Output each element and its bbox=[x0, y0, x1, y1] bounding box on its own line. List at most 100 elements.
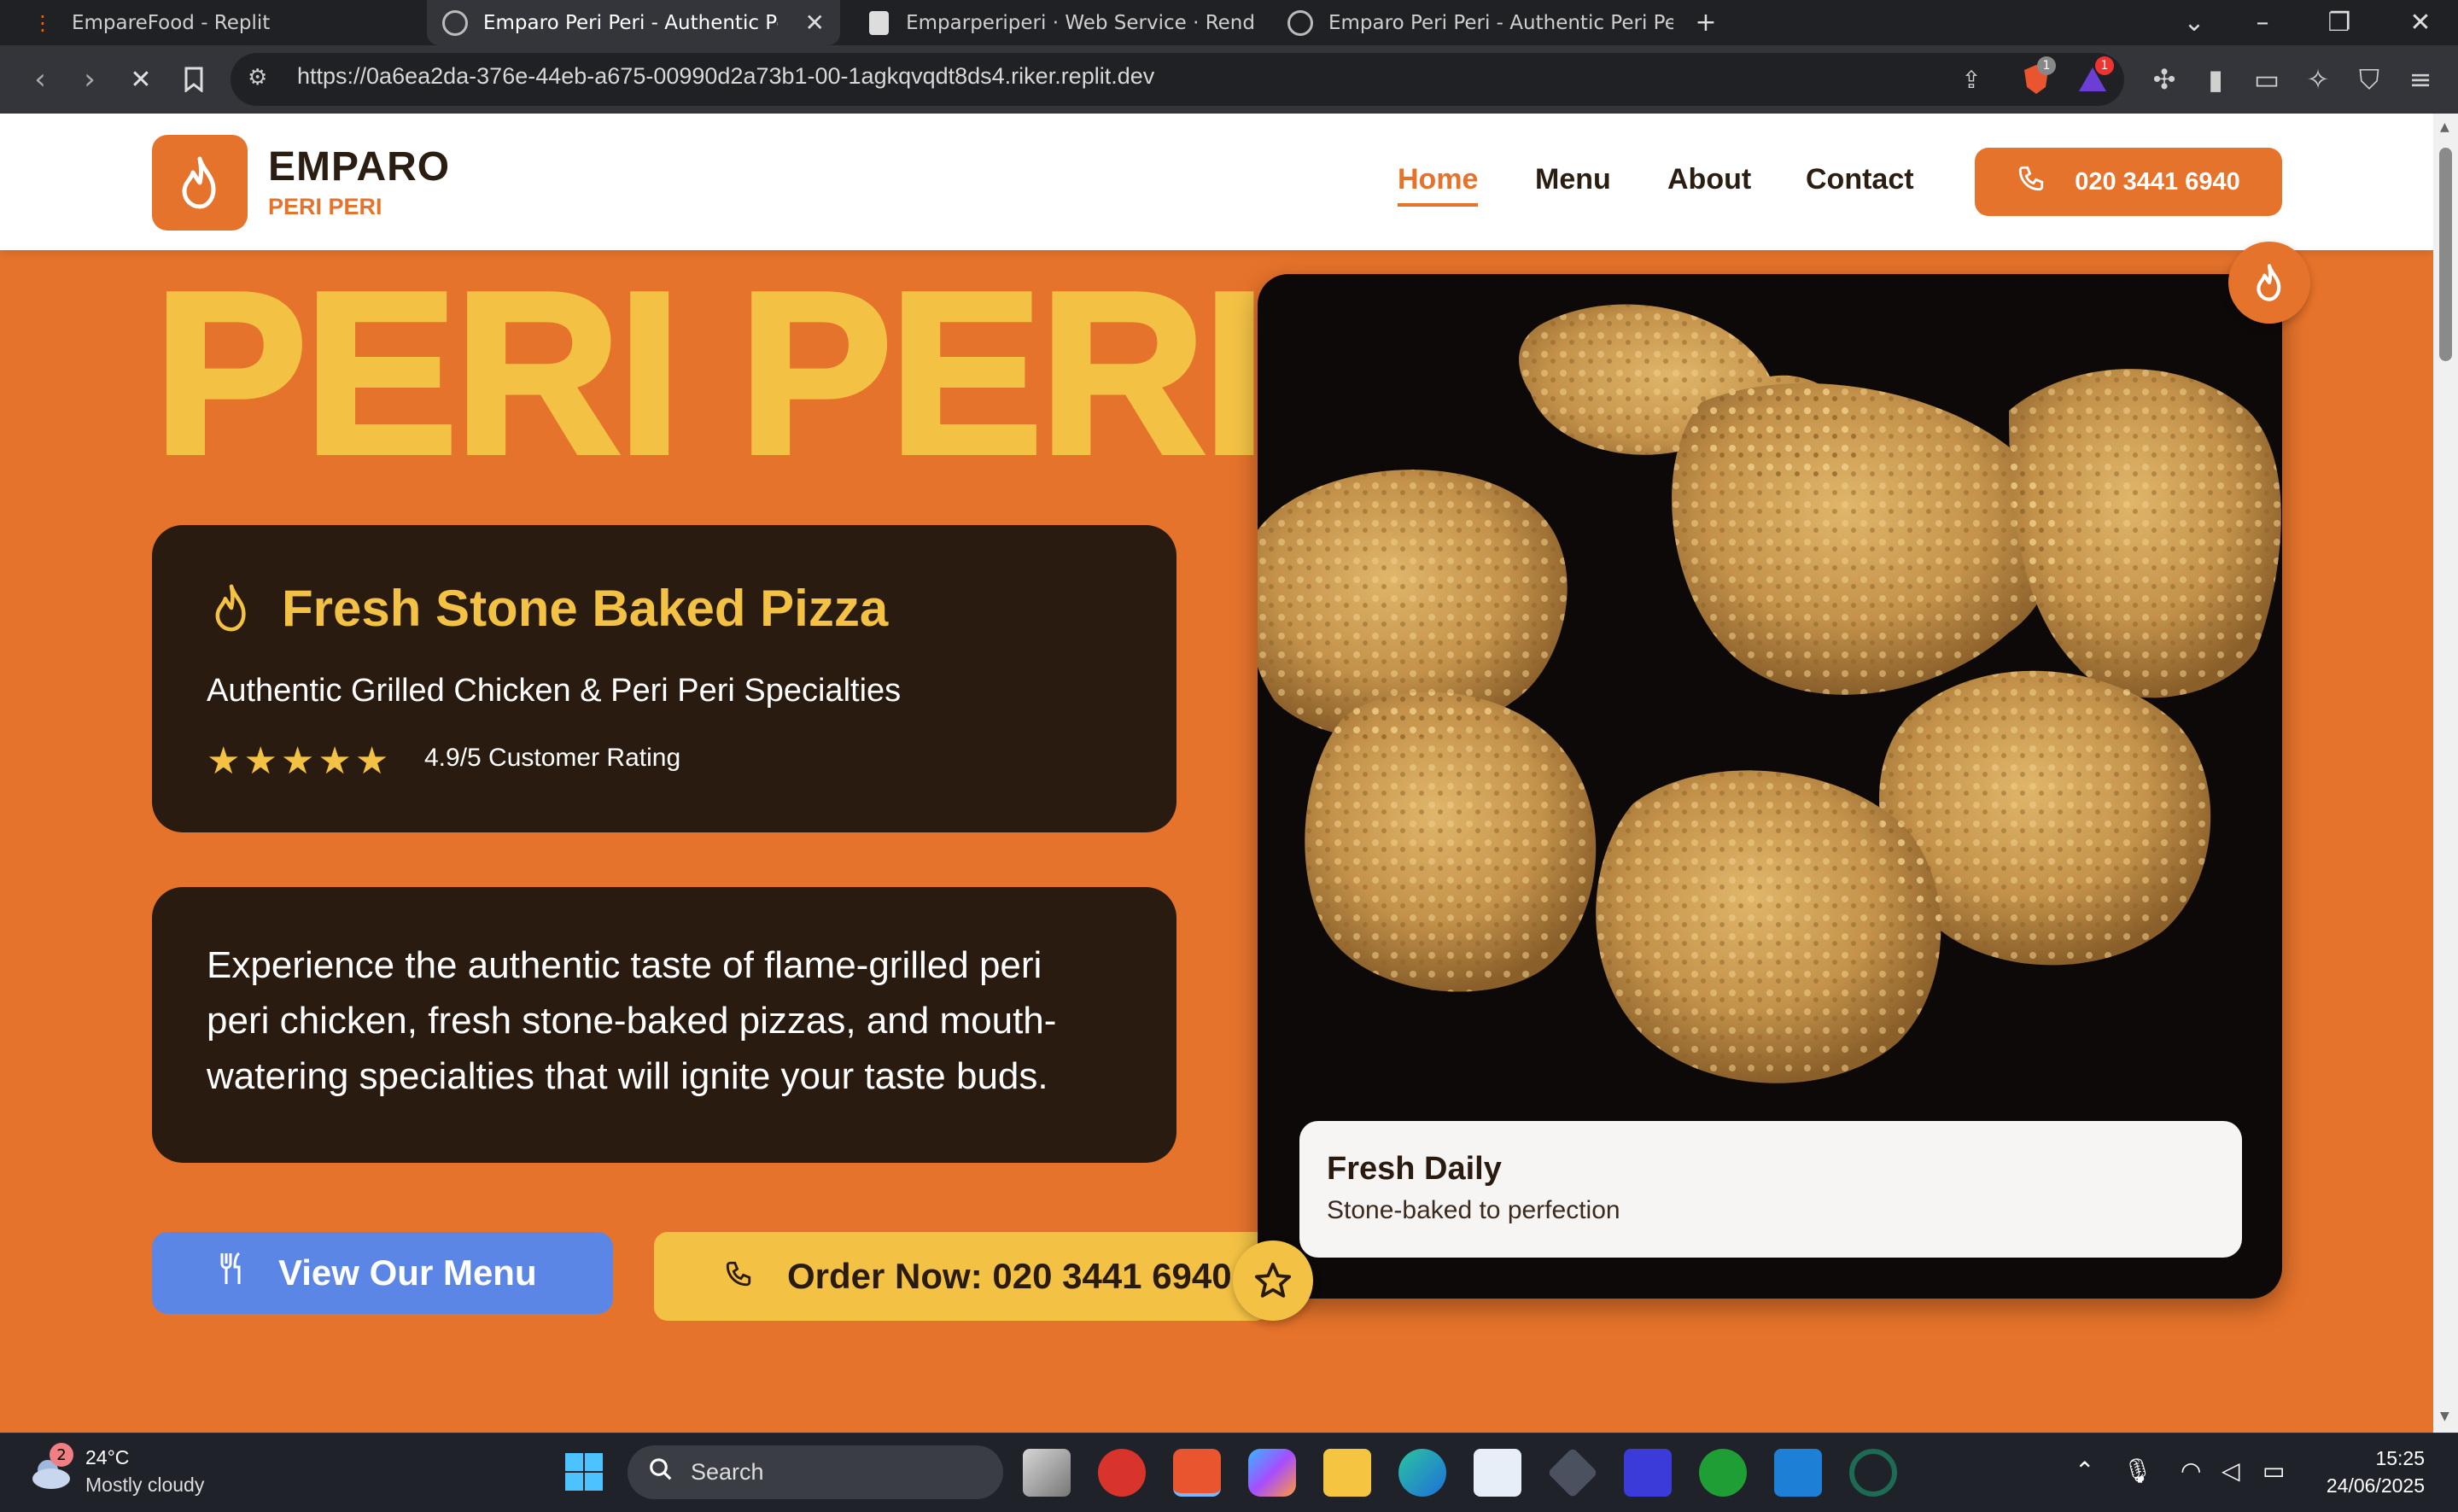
phone-number: 020 3441 6940 bbox=[2075, 167, 2240, 196]
fresh-daily-card bbox=[1299, 1121, 2242, 1258]
back-icon[interactable]: ‹ bbox=[20, 60, 60, 99]
taskbar-search[interactable]: Search bbox=[628, 1445, 1003, 1499]
star-icon: ★ bbox=[318, 739, 352, 783]
wifi-icon[interactable]: ◠ bbox=[2181, 1457, 2201, 1485]
tab-label: Emparperiperi · Web Service · Rend bbox=[906, 11, 1255, 34]
app-red-icon[interactable] bbox=[1098, 1449, 1146, 1497]
search-placeholder: Search bbox=[691, 1459, 764, 1485]
minimize-icon[interactable]: – bbox=[2224, 0, 2301, 45]
weather-alert-badge: 2 bbox=[50, 1443, 73, 1467]
windows-start-icon[interactable] bbox=[563, 1451, 604, 1496]
new-tab-button[interactable]: + bbox=[1680, 0, 1731, 45]
edge-icon[interactable] bbox=[1398, 1449, 1446, 1497]
stop-loading-icon[interactable]: ✕ bbox=[121, 60, 161, 99]
view-menu-label: View Our Menu bbox=[278, 1252, 537, 1293]
header-phone-button[interactable]: 020 3441 6940 bbox=[1975, 148, 2282, 216]
forward-icon[interactable]: › bbox=[70, 60, 109, 99]
page-scrollbar[interactable]: ▲ ▼ bbox=[2433, 114, 2458, 1433]
hero-title: PERI PERI bbox=[154, 259, 1264, 472]
tray-overflow-icon[interactable]: ⌃ bbox=[2075, 1457, 2094, 1485]
feature-subtitle: Authentic Grilled Chicken & Peri Peri Sp… bbox=[207, 673, 902, 709]
rewards-count-badge: 1 bbox=[2095, 56, 2114, 75]
app-ring-icon[interactable] bbox=[1849, 1449, 1897, 1497]
leo-ai-icon[interactable]: ✧ bbox=[2297, 58, 2339, 101]
star-icon: ★ bbox=[354, 739, 389, 783]
tab-label: Emparo Peri Peri - Authentic Peri bbox=[483, 11, 778, 34]
search-icon bbox=[648, 1457, 674, 1488]
menu-icon[interactable]: ≡ bbox=[2399, 58, 2442, 101]
share-icon[interactable]: ⇪ bbox=[1950, 58, 1993, 101]
copilot-icon[interactable] bbox=[1248, 1449, 1296, 1497]
fresh-daily-title: Fresh Daily bbox=[1327, 1151, 1502, 1187]
nav-about[interactable]: About bbox=[1667, 163, 1751, 196]
replit-icon: ⋮ bbox=[32, 10, 53, 35]
app-m-icon[interactable] bbox=[1624, 1449, 1672, 1497]
utensils-icon bbox=[219, 1252, 244, 1294]
bookmark-icon[interactable] bbox=[174, 60, 213, 99]
outlook-icon[interactable] bbox=[1774, 1449, 1822, 1497]
restore-icon[interactable]: ❐ bbox=[2301, 0, 2378, 45]
globe-icon bbox=[442, 9, 468, 36]
brand-subtitle: PERI PERI bbox=[268, 194, 382, 219]
flame-icon bbox=[208, 581, 254, 638]
view-menu-button[interactable]: View Our Menu bbox=[152, 1232, 613, 1314]
rating-stars: ★ ★ ★ ★ ★ bbox=[207, 739, 388, 783]
temperature: 24°C bbox=[85, 1446, 130, 1468]
clock-date: 24/06/2025 bbox=[2326, 1474, 2425, 1497]
render-icon bbox=[869, 10, 890, 35]
description-text: Experience the authentic taste of flame-… bbox=[207, 944, 1057, 1097]
url-text[interactable]: https://0a6ea2da-376e-44eb-a675-00990d2a… bbox=[297, 63, 1154, 90]
tab-label: EmpareFood - Replit bbox=[72, 11, 271, 34]
globe-icon bbox=[1287, 9, 1313, 36]
star-icon: ★ bbox=[280, 739, 315, 783]
extensions-icon[interactable]: ✣ bbox=[2143, 58, 2186, 101]
tab-search-icon[interactable]: ⌄ bbox=[2156, 0, 2233, 45]
system-clock[interactable]: 15:25 24/06/2025 bbox=[2314, 1445, 2425, 1499]
microphone-icon[interactable]: 🎙 bbox=[2122, 1457, 2153, 1485]
brave-browser-icon[interactable] bbox=[1173, 1449, 1221, 1497]
phone-icon bbox=[2017, 164, 2046, 200]
flame-icon bbox=[182, 156, 216, 209]
shields-count-badge: 1 bbox=[2037, 56, 2056, 75]
microsoft-store-icon[interactable] bbox=[1474, 1449, 1521, 1497]
close-window-icon[interactable]: ✕ bbox=[2382, 0, 2458, 45]
tab-replit[interactable]: ⋮ EmpareFood - Replit bbox=[17, 0, 393, 45]
star-badge bbox=[1233, 1241, 1313, 1321]
nav-menu[interactable]: Menu bbox=[1535, 163, 1611, 196]
close-tab-icon[interactable]: ✕ bbox=[805, 9, 825, 37]
brand-name: EMPARO bbox=[268, 144, 451, 190]
star-icon: ★ bbox=[243, 739, 277, 783]
flame-badge bbox=[2228, 242, 2310, 324]
vpn-icon[interactable]: ⛉ bbox=[2348, 58, 2391, 101]
tab-label: Emparo Peri Peri - Authentic Peri Peri bbox=[1328, 11, 1673, 34]
site-settings-icon[interactable]: ⚙ bbox=[248, 65, 267, 90]
tab-emparo-active[interactable]: Emparo Peri Peri - Authentic Peri ✕ bbox=[427, 0, 840, 45]
nav-home[interactable]: Home bbox=[1398, 163, 1479, 207]
fried-chicken-pieces bbox=[1258, 304, 2281, 1083]
clock-time: 15:25 bbox=[2375, 1447, 2425, 1469]
flame-icon bbox=[2257, 264, 2281, 301]
scroll-down-icon[interactable]: ▼ bbox=[2440, 1410, 2449, 1423]
sidebar-icon[interactable]: ▮ bbox=[2194, 58, 2237, 101]
tab-render[interactable]: Emparperiperi · Web Service · Rend bbox=[854, 0, 1255, 45]
battery-icon[interactable]: ▭ bbox=[2262, 1457, 2285, 1485]
tab-emparo-2[interactable]: Emparo Peri Peri - Authentic Peri Peri bbox=[1272, 0, 1673, 45]
order-now-button[interactable]: Order Now: 020 3441 6940 bbox=[654, 1232, 1269, 1321]
star-icon: ★ bbox=[207, 739, 241, 783]
volume-icon[interactable]: ◁ bbox=[2222, 1457, 2240, 1485]
wallet-icon[interactable]: ▭ bbox=[2245, 58, 2288, 101]
rating-text: 4.9/5 Customer Rating bbox=[424, 744, 681, 772]
scroll-up-icon[interactable]: ▲ bbox=[2440, 120, 2449, 134]
nav-contact[interactable]: Contact bbox=[1806, 163, 1914, 196]
logo-badge[interactable] bbox=[152, 135, 248, 231]
scrollbar-thumb[interactable] bbox=[2439, 148, 2452, 361]
fresh-daily-subtitle: Stone-baked to perfection bbox=[1327, 1196, 1620, 1224]
order-now-label: Order Now: 020 3441 6940 bbox=[787, 1256, 1232, 1296]
feature-title: Fresh Stone Baked Pizza bbox=[282, 580, 889, 637]
star-outline-icon bbox=[1254, 1262, 1292, 1298]
file-explorer-icon[interactable] bbox=[1323, 1449, 1371, 1497]
web-page: EMPARO PERI PERI Home Menu About Contact… bbox=[0, 114, 2433, 1433]
task-view-icon[interactable] bbox=[1023, 1449, 1071, 1497]
xbox-icon[interactable] bbox=[1699, 1449, 1747, 1497]
phone-icon bbox=[724, 1256, 753, 1297]
